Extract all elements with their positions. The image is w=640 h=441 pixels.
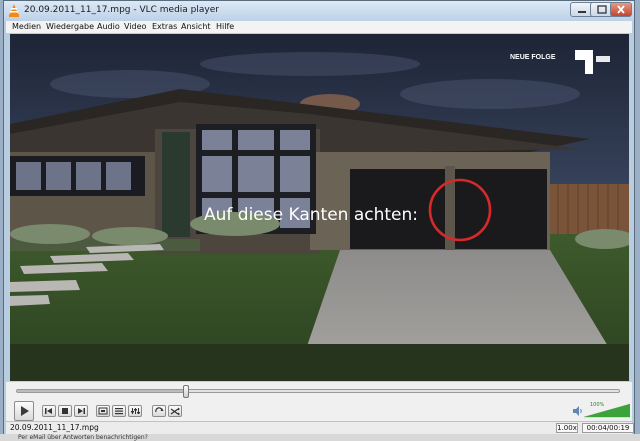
close-button[interactable] — [610, 2, 632, 17]
video-overlay-text: Auf diese Kanten achten: — [204, 205, 418, 225]
next-button[interactable] — [74, 405, 88, 417]
next-icon — [78, 408, 85, 414]
previous-icon — [45, 408, 52, 414]
video-frame: NEUE FOLGE Auf diese Kanten achten: — [10, 34, 629, 381]
vlc-cone-icon — [9, 4, 19, 17]
background-page-text: Per eMail über Antworten benachrichtigen… — [18, 434, 148, 441]
previous-button[interactable] — [42, 405, 56, 417]
playlist-button[interactable] — [112, 405, 126, 417]
video-area[interactable]: NEUE FOLGE Auf diese Kanten achten: — [10, 34, 629, 381]
window-title: 20.09.2011_11_17.mpg - VLC media player — [24, 5, 219, 15]
menu-ansicht[interactable]: Ansicht — [181, 22, 211, 31]
fullscreen-icon — [98, 407, 108, 415]
status-filename: 20.09.2011_11_17.mpg — [10, 423, 99, 432]
shuffle-icon — [170, 407, 180, 416]
extended-settings-button[interactable] — [128, 405, 142, 417]
fullscreen-button[interactable] — [96, 405, 110, 417]
menu-medien[interactable]: Medien — [12, 22, 41, 31]
time-display[interactable]: 00:04/00:19 — [582, 423, 634, 433]
stop-icon — [62, 408, 68, 414]
channel-logo-text: NEUE FOLGE — [510, 54, 556, 61]
menu-bar: Medien Wiedergabe Audio Video Extras Ans… — [6, 21, 632, 34]
loop-icon — [155, 407, 164, 413]
playback-speed[interactable]: 1.00x — [556, 423, 578, 433]
volume-level-text: 100% — [590, 402, 605, 408]
stop-button[interactable] — [58, 405, 72, 417]
menu-audio[interactable]: Audio — [97, 22, 120, 31]
play-button[interactable] — [14, 401, 34, 421]
menu-wiedergabe[interactable]: Wiedergabe — [46, 22, 94, 31]
play-icon — [21, 406, 29, 416]
menu-extras[interactable]: Extras — [152, 22, 177, 31]
seek-handle[interactable] — [182, 385, 189, 398]
speaker-icon[interactable] — [572, 405, 584, 417]
menu-hilfe[interactable]: Hilfe — [216, 22, 234, 31]
seek-progress — [17, 390, 186, 392]
shuffle-button[interactable] — [168, 405, 182, 417]
loop-button[interactable] — [152, 405, 166, 417]
seek-bar[interactable] — [16, 385, 620, 398]
vlc-window: 20.09.2011_11_17.mpg - VLC media player … — [3, 0, 635, 441]
playlist-icon — [115, 408, 123, 415]
desktop-background-right — [635, 0, 640, 441]
menu-video[interactable]: Video — [124, 22, 146, 31]
status-bar: 20.09.2011_11_17.mpg 1.00x 00:04/00:19 — [6, 421, 634, 435]
title-bar[interactable]: 20.09.2011_11_17.mpg - VLC media player — [4, 1, 634, 21]
equalizer-icon — [131, 408, 140, 414]
close-icon — [617, 5, 625, 14]
